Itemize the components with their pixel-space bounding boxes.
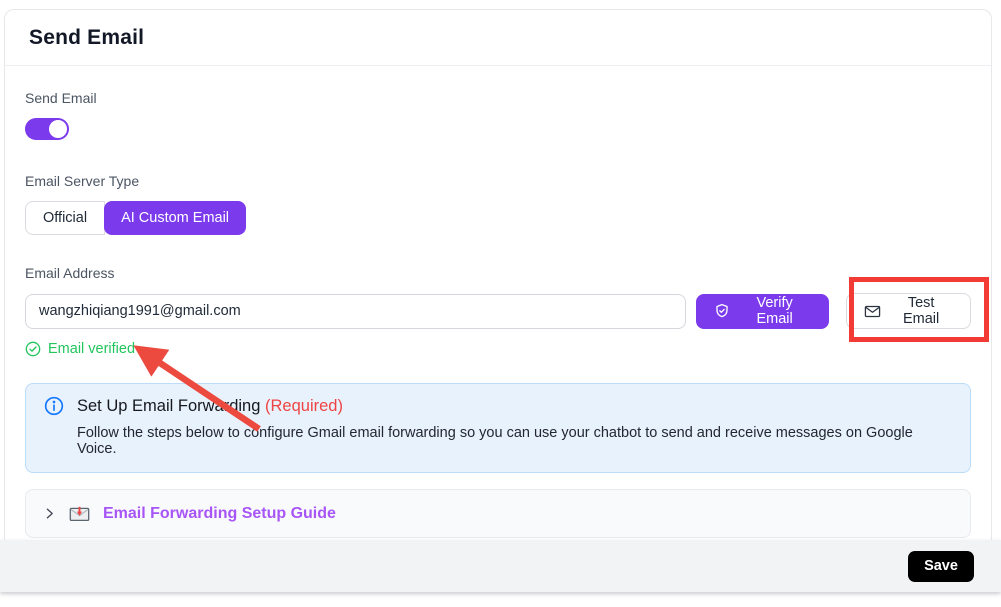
email-server-type-segmented: Official AI Custom Email: [25, 201, 246, 235]
segment-ai-custom-email[interactable]: AI Custom Email: [104, 201, 246, 235]
email-address-input[interactable]: [25, 294, 686, 329]
verify-email-label: Verify Email: [738, 295, 811, 327]
card-body: Send Email Email Server Type Official AI…: [5, 66, 991, 538]
footer-bar: Save: [0, 540, 1001, 592]
send-email-toggle[interactable]: [25, 118, 69, 140]
shield-check-icon: [714, 303, 730, 319]
email-server-type-label: Email Server Type: [25, 173, 971, 189]
save-button[interactable]: Save: [908, 551, 974, 582]
test-email-label: Test Email: [889, 295, 953, 327]
page-title: Send Email: [29, 26, 967, 50]
info-title-row: Set Up Email Forwarding (Required): [44, 396, 954, 416]
email-address-row: Verify Email Test Email: [25, 293, 971, 329]
chevron-right-icon[interactable]: [43, 507, 56, 520]
verify-email-button[interactable]: Verify Email: [696, 294, 829, 329]
guide-title: Email Forwarding Setup Guide: [103, 505, 336, 523]
info-box-title: Set Up Email Forwarding (Required): [77, 397, 343, 416]
email-verified-text: Email verified: [48, 341, 135, 357]
test-email-button[interactable]: Test Email: [846, 293, 971, 329]
email-forwarding-setup-guide-expander[interactable]: Email Forwarding Setup Guide: [25, 489, 971, 538]
info-box-body: Follow the steps below to configure Gmai…: [77, 425, 954, 457]
check-circle-icon: [25, 341, 41, 357]
email-verified-status: Email verified: [25, 341, 971, 357]
toggle-knob: [49, 120, 67, 138]
envelope-icon: [864, 304, 881, 319]
email-address-label: Email Address: [25, 265, 971, 281]
envelope-with-arrow-emoji: [69, 506, 90, 522]
send-email-card: Send Email Send Email Email Server Type …: [4, 9, 992, 540]
card-header: Send Email: [5, 10, 991, 66]
send-email-label: Send Email: [25, 90, 971, 106]
required-tag: (Required): [265, 397, 343, 415]
email-forwarding-info-box: Set Up Email Forwarding (Required) Follo…: [25, 383, 971, 473]
segment-official[interactable]: Official: [25, 201, 105, 235]
info-circle-icon: [44, 396, 64, 416]
